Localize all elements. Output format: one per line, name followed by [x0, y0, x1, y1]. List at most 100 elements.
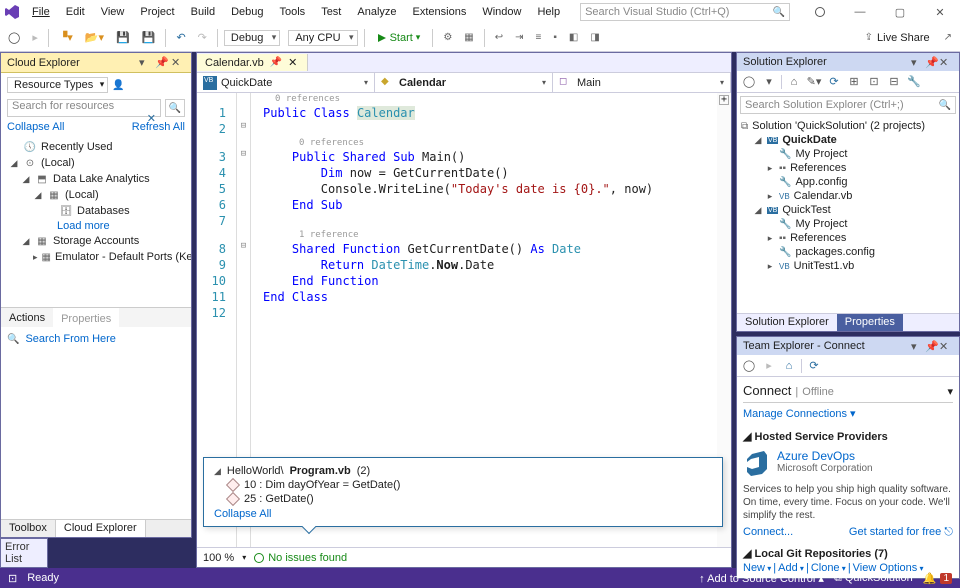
start-debug-button[interactable]: Start▾ — [371, 30, 427, 46]
menu-analyze[interactable]: Analyze — [349, 2, 404, 22]
get-started-link[interactable]: Get started for free ⎋ — [849, 526, 953, 539]
sln-tb-2[interactable]: ⌂ — [786, 74, 802, 90]
tb-icon-5[interactable]: ≡ — [532, 30, 546, 45]
file-tab-calendar[interactable]: Calendar.vb 📌 ✕ — [197, 54, 308, 71]
close-tab-icon[interactable]: ✕ — [288, 56, 297, 69]
quick-launch-search[interactable]: Search Visual Studio (Ctrl+Q) 🔍 — [580, 3, 790, 21]
redo-button[interactable]: ↷ — [194, 29, 211, 46]
status-solution[interactable]: ⧉ QuickSolution — [834, 572, 913, 585]
share-ext-icon[interactable]: ↗ — [940, 30, 956, 45]
tab-properties[interactable]: Properties — [837, 314, 903, 331]
sln-references-1[interactable]: ▸▪▪References — [741, 161, 955, 175]
save-all-button[interactable]: 💾 — [138, 29, 160, 46]
hosted-providers-header[interactable]: ◢ Hosted Service Providers — [743, 430, 953, 443]
toolbox-tab[interactable]: Toolbox — [1, 520, 56, 537]
sln-appconfig[interactable]: 🔧App.config — [741, 175, 955, 189]
solution-explorer-header[interactable]: Solution Explorer ▾ 📌 ✕ — [737, 53, 959, 71]
sln-tb-3[interactable]: ✎▾ — [806, 74, 822, 90]
tree-recently-used[interactable]: 🕔Recently Used — [5, 139, 187, 155]
panel-dropdown-icon[interactable]: ▾ — [911, 56, 925, 69]
tree-local[interactable]: ◢⊙(Local) — [5, 155, 187, 171]
azure-devops-link[interactable]: Azure DevOps — [777, 449, 873, 463]
tb-icon-4[interactable]: ⇥ — [511, 30, 527, 45]
resource-search-input[interactable]: Search for resources ✕ — [7, 99, 161, 117]
search-from-here-link[interactable]: 🔍Search From Here — [1, 327, 191, 351]
manage-connections-link[interactable]: Manage Connections ▾ — [743, 403, 953, 424]
panel-dropdown-icon[interactable]: ▾ — [139, 56, 153, 70]
tree-emulator[interactable]: ▸▦Emulator - Default Ports (Key) — [5, 249, 187, 265]
menu-help[interactable]: Help — [529, 2, 568, 22]
properties-tab[interactable]: Properties — [53, 308, 119, 328]
tb-icon-2[interactable]: ▦ — [460, 30, 477, 45]
pin-icon[interactable]: 📌 — [925, 56, 939, 69]
menu-window[interactable]: Window — [474, 2, 529, 22]
tb-icon-8[interactable]: ◨ — [586, 30, 603, 45]
error-list-tab[interactable]: Error List — [0, 538, 48, 568]
tree-dl-local[interactable]: ◢▦(Local) — [5, 187, 187, 203]
popup-row-1[interactable]: 10 : Dim dayOfYear = GetDate() — [214, 478, 712, 492]
maximize-button[interactable]: ▢ — [880, 0, 920, 24]
filter-icon[interactable]: 👤 — [112, 80, 124, 91]
sln-search-input[interactable]: Search Solution Explorer (Ctrl+;)🔍 — [740, 96, 956, 114]
crumb-method[interactable]: ◻Main — [553, 73, 731, 92]
crumb-class[interactable]: ◆Calendar — [375, 73, 553, 92]
collapse-all-link[interactable]: Collapse All — [7, 121, 64, 133]
tree-load-more[interactable]: Load more — [5, 219, 187, 233]
platform-dropdown[interactable]: Any CPU — [288, 30, 357, 46]
undo-button[interactable]: ↶ — [172, 29, 189, 46]
menu-extensions[interactable]: Extensions — [405, 2, 475, 22]
close-icon[interactable]: ✕ — [939, 56, 953, 69]
menu-file[interactable]: File — [24, 2, 58, 22]
wrench-icon[interactable]: 🔧 — [906, 74, 922, 90]
cloud-explorer-tab[interactable]: Cloud Explorer — [56, 520, 146, 537]
tb-icon-7[interactable]: ◧ — [565, 30, 582, 45]
nav-back-button[interactable]: ◯ — [4, 29, 24, 46]
tb-icon-1[interactable]: ⚙ — [439, 30, 456, 45]
pin-tab-icon[interactable]: 📌 — [270, 57, 282, 68]
local-git-header[interactable]: ◢ Local Git Repositories (7) — [743, 547, 953, 560]
menu-debug[interactable]: Debug — [223, 2, 271, 22]
sln-packages-config[interactable]: 🔧packages.config — [741, 245, 955, 259]
back-icon[interactable]: ◯ — [741, 358, 757, 374]
tree-databases[interactable]: 🗄Databases — [5, 203, 187, 219]
sln-my-project-2[interactable]: 🔧My Project — [741, 217, 955, 231]
minimize-button[interactable]: — — [840, 0, 880, 24]
open-button[interactable]: 📂▾ — [81, 29, 108, 46]
actions-tab[interactable]: Actions — [1, 309, 53, 327]
home-icon[interactable]: ◯ — [741, 74, 757, 90]
panel-dropdown-icon[interactable]: ▾ — [911, 340, 925, 353]
home-icon[interactable]: ⌂ — [781, 358, 797, 374]
menu-tools[interactable]: Tools — [272, 2, 314, 22]
crumb-project[interactable]: VBQuickDate — [197, 73, 375, 92]
add-source-control[interactable]: ↑ Add to Source Control ▴ — [699, 572, 824, 585]
pin-icon[interactable]: 📌 — [155, 56, 169, 70]
tree-data-lake[interactable]: ◢⬒Data Lake Analytics — [5, 171, 187, 187]
sln-tb-6[interactable]: ⊟ — [886, 74, 902, 90]
tree-storage[interactable]: ◢▦Storage Accounts — [5, 233, 187, 249]
menu-test[interactable]: Test — [313, 2, 349, 22]
zoom-level[interactable]: 100 % — [203, 552, 234, 564]
team-menu-icon[interactable]: ▾ — [947, 385, 953, 398]
tb-icon-6[interactable]: ▪ — [549, 30, 561, 45]
popup-row-2[interactable]: 25 : GetDate() — [214, 492, 712, 506]
no-issues-badge[interactable]: No issues found — [254, 552, 347, 564]
user-icon[interactable] — [800, 0, 840, 24]
pin-icon[interactable]: 📌 — [925, 340, 939, 353]
refresh-all-link[interactable]: Refresh All — [132, 121, 185, 133]
close-button[interactable]: ✕ — [920, 0, 960, 24]
cloud-explorer-header[interactable]: Cloud Explorer ▾ 📌 ✕ — [1, 53, 191, 73]
new-button[interactable]: ▝▾ — [55, 29, 77, 46]
config-dropdown[interactable]: Debug — [224, 30, 280, 46]
sln-tb-1[interactable]: ▾ — [761, 74, 777, 90]
menu-view[interactable]: View — [93, 2, 133, 22]
menu-build[interactable]: Build — [183, 2, 223, 22]
sln-tb-5[interactable]: ⊡ — [866, 74, 882, 90]
menu-project[interactable]: Project — [132, 2, 182, 22]
tab-solution-explorer[interactable]: Solution Explorer — [737, 314, 837, 331]
team-explorer-header[interactable]: Team Explorer - Connect ▾ 📌 ✕ — [737, 337, 959, 355]
refresh-icon[interactable]: ⟳ — [826, 74, 842, 90]
live-share-button[interactable]: ⇪ Live Share — [859, 30, 936, 46]
search-button[interactable]: 🔍 — [165, 99, 185, 117]
save-button[interactable]: 💾 — [112, 29, 134, 46]
sln-my-project-1[interactable]: 🔧My Project — [741, 147, 955, 161]
